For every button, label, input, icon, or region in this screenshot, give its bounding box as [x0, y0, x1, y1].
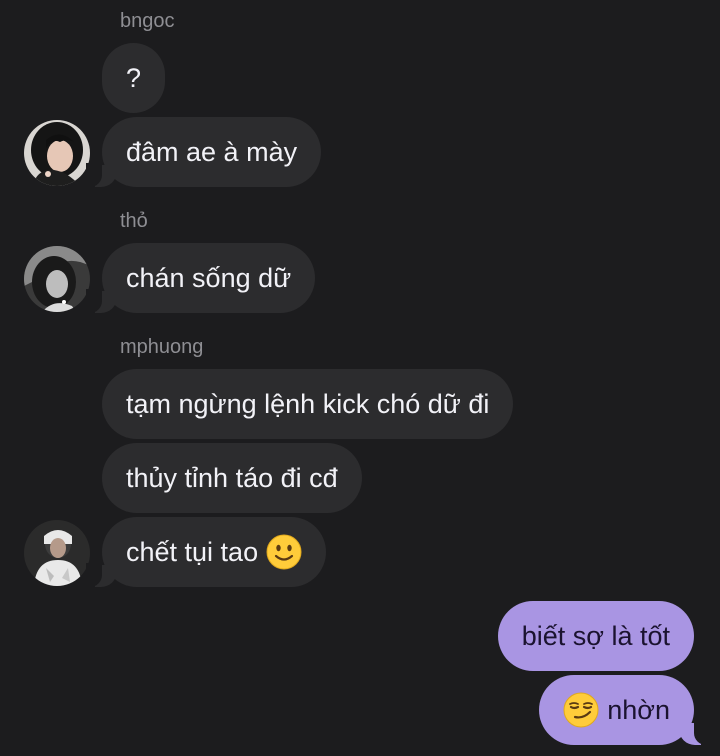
sender-name: thỏ — [120, 210, 148, 232]
slightly-smiling-face-icon — [266, 534, 302, 570]
message-text: ? — [126, 62, 142, 93]
message-text: tạm ngừng lệnh kick chó dữ đi — [126, 388, 490, 419]
sender-name: mphuong — [120, 336, 204, 358]
smirking-face-icon — [563, 692, 599, 728]
message-bubble[interactable]: chết tụi tao — [85, 517, 327, 587]
message-text: đâm ae à mày — [126, 136, 298, 167]
avatar[interactable] — [24, 120, 90, 186]
message-text: chán sống dữ — [126, 262, 292, 293]
message-text: biết sợ là tốt — [521, 620, 670, 651]
message-text: chết tụi tao — [126, 536, 259, 567]
message-bubble[interactable]: thủy tỉnh táo đi cđ — [102, 443, 362, 513]
message-bubble[interactable]: ? — [102, 43, 166, 113]
outgoing-message-bubble[interactable]: biết sợ là tốt — [497, 601, 694, 671]
avatar[interactable] — [24, 246, 90, 312]
message-bubble[interactable]: đâm ae à mày — [85, 117, 322, 187]
message-text: nhờn — [607, 694, 670, 725]
sender-name: bngoc — [120, 10, 175, 32]
outgoing-message-bubble[interactable]: nhờn — [539, 675, 710, 745]
avatar[interactable] — [24, 520, 90, 586]
message-text: thủy tỉnh táo đi cđ — [126, 462, 338, 493]
message-bubble[interactable]: tạm ngừng lệnh kick chó dữ đi — [102, 369, 514, 439]
message-bubble[interactable]: chán sống dữ — [85, 243, 316, 313]
